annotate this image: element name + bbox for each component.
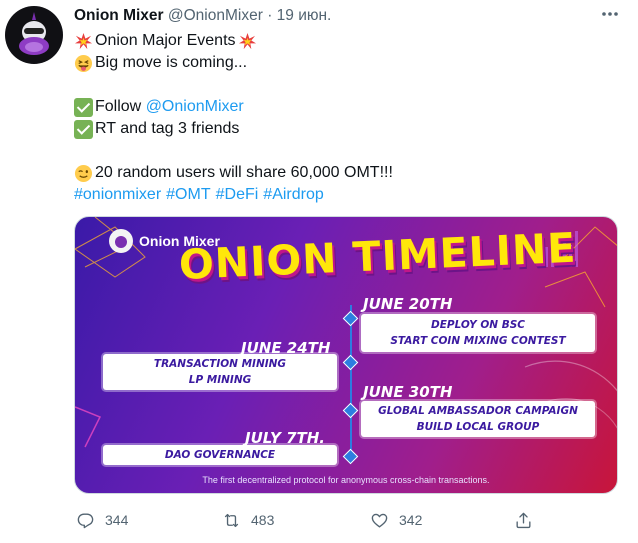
retweet-button[interactable]: 483: [222, 506, 274, 534]
tweet-text: Onion Major Events Big move is coming...…: [74, 30, 614, 206]
share-button[interactable]: [514, 506, 533, 534]
event-item: LP MINING: [188, 373, 252, 386]
hashtag-defi[interactable]: #DeFi: [216, 184, 259, 206]
reply-count: 344: [105, 512, 129, 528]
tweet-media-image[interactable]: Onion Mixer ONION TIMELINE JUNE 20TH DEP…: [74, 216, 618, 494]
mention-link[interactable]: @OnionMixer: [146, 96, 244, 118]
wink-face-icon: [74, 164, 93, 182]
separator-dot: ·: [267, 7, 273, 24]
text-line-2: Big move is coming...: [74, 52, 614, 74]
collision-icon: [74, 32, 93, 49]
check-mark-icon: [74, 119, 93, 139]
tongue-face-icon: [74, 54, 93, 72]
event-date: JUNE 30TH: [363, 383, 453, 401]
media-caption: The first decentralized protocol for ano…: [202, 475, 490, 485]
hashtag-omt[interactable]: #OMT: [166, 184, 210, 206]
event-item: DEPLOY ON BSC: [431, 318, 525, 331]
event-card: GLOBAL AMBASSADOR CAMPAIGN BUILD LOCAL G…: [361, 401, 595, 437]
event-card: DEPLOY ON BSC START COIN MIXING CONTEST: [361, 314, 595, 352]
reply-icon: [77, 512, 94, 528]
event-item: START COIN MIXING CONTEST: [390, 334, 566, 347]
event-date: JUNE 20TH: [363, 295, 453, 313]
event-item: GLOBAL AMBASSADOR CAMPAIGN: [378, 404, 578, 417]
heart-icon: [371, 513, 388, 528]
event-card: TRANSACTION MINING LP MINING: [103, 354, 337, 390]
text-line-3: Follow @OnionMixer: [74, 96, 614, 118]
tweet-date[interactable]: 19 июн.: [277, 7, 332, 24]
text-line-4: RT and tag 3 friends: [74, 118, 614, 140]
like-count: 342: [399, 512, 423, 528]
author-name[interactable]: Onion Mixer: [74, 7, 164, 24]
hashtag-airdrop[interactable]: #Airdrop: [263, 184, 323, 206]
event-item: TRANSACTION MINING: [153, 357, 287, 370]
onion-mixer-logo: [19, 12, 49, 55]
retweet-count: 483: [251, 512, 275, 528]
reply-button[interactable]: 344: [76, 506, 128, 534]
text-line-1: Onion Major Events: [74, 30, 614, 52]
retweet-icon: [224, 513, 239, 527]
text-follow: Follow: [95, 98, 146, 115]
text-line-5: 20 random users will share 60,000 OMT!!!: [74, 162, 614, 184]
text-big-move: Big move is coming...: [95, 54, 248, 71]
collision-icon: [238, 32, 256, 49]
onion-logo-icon: [109, 229, 133, 253]
check-mark-icon: [74, 97, 93, 117]
text-rt-tag: RT and tag 3 friends: [95, 120, 240, 137]
event-item: DAO GOVERNANCE: [164, 448, 276, 461]
text-events: Onion Major Events: [95, 32, 236, 49]
tweet-header: Onion Mixer @OnionMixer · 19 июн.: [74, 7, 618, 29]
text-giveaway: 20 random users will share 60,000 OMT!!!: [95, 164, 393, 181]
hashtag-onionmixer[interactable]: #onionmixer: [74, 184, 161, 206]
hashtag-line: #onionmixer #OMT #DeFi #Airdrop: [74, 184, 614, 206]
timeline-axis: [350, 305, 352, 463]
avatar[interactable]: [5, 6, 63, 64]
like-button[interactable]: 342: [370, 506, 422, 534]
event-card: DAO GOVERNANCE: [103, 445, 337, 465]
event-item: BUILD LOCAL GROUP: [416, 420, 540, 433]
more-dots-icon[interactable]: [600, 10, 620, 18]
author-handle[interactable]: @OnionMixer: [168, 7, 263, 24]
share-icon: [516, 512, 531, 528]
tweet-action-bar: 344 483 342: [74, 506, 618, 536]
